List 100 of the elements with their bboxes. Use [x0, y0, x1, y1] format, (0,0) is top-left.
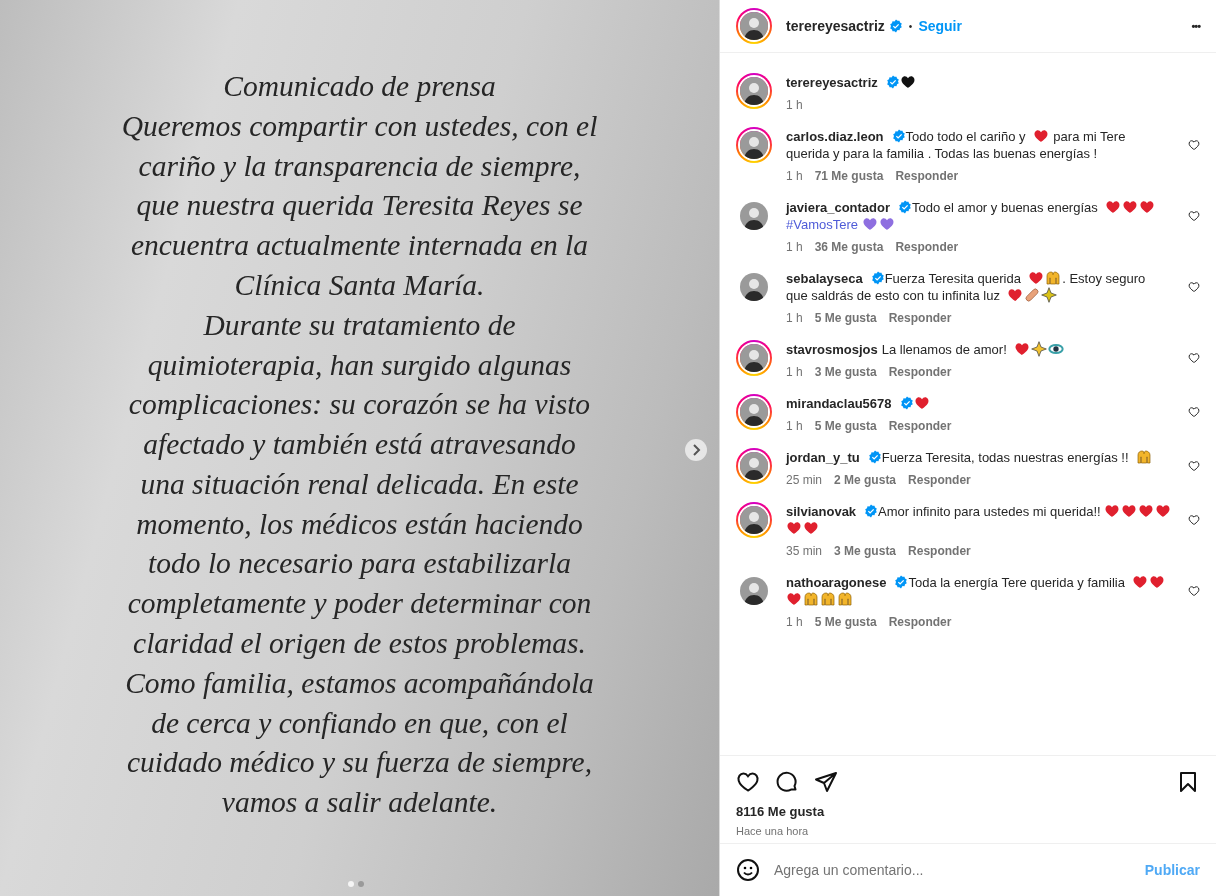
timestamp: 35 min — [786, 544, 823, 558]
person-silhouette-icon — [740, 131, 768, 159]
share-icon[interactable] — [814, 770, 838, 794]
likes-count-link[interactable]: 36 Me gusta — [814, 240, 884, 254]
reply-link[interactable]: Responder — [888, 311, 952, 325]
statement-line: claridad el origen de estos problemas. — [132, 626, 587, 662]
person-silhouette-icon — [740, 202, 768, 230]
username-link[interactable]: mirandaclau5678 — [786, 396, 892, 411]
reply-link[interactable]: Responder — [895, 169, 959, 183]
statement-line: Como familia, estamos acompañándola — [124, 665, 595, 701]
person-silhouette-icon — [740, 452, 768, 480]
username-link[interactable]: jordan_y_tu — [786, 450, 860, 465]
username-link[interactable]: terereyesactriz — [786, 18, 885, 34]
like-icon[interactable] — [1188, 460, 1200, 472]
statement-line: de cerca y confiando en que, con el — [150, 705, 569, 741]
like-icon[interactable] — [1188, 281, 1200, 293]
statement-line: todo lo necesario para estabilizarla — [147, 546, 572, 582]
username-link[interactable]: javiera_contador — [786, 200, 891, 215]
username-link[interactable]: carlos.diaz.leon — [786, 129, 884, 144]
like-icon[interactable] — [736, 770, 760, 794]
username-link[interactable]: terereyesactriz — [786, 75, 878, 90]
reply-link[interactable]: Responder — [888, 419, 952, 433]
statement-line: encuentra actualmente internada en la — [129, 228, 590, 264]
publish-button[interactable]: Publicar — [1144, 862, 1200, 878]
reply-link[interactable]: Responder — [908, 473, 971, 487]
reply-link[interactable]: Responder — [888, 365, 952, 379]
statement-line: Comunicado de prensa — [222, 68, 497, 104]
comment-text: Fuerza Teresita querida — [884, 270, 1022, 287]
timestamp: 1 h — [786, 311, 803, 325]
statement-line: que nuestra querida Teresita Reyes se — [135, 188, 584, 224]
like-icon[interactable] — [1188, 406, 1200, 418]
likes-count-link[interactable]: 3 Me gusta — [814, 365, 877, 379]
reply-link[interactable]: Responder — [895, 240, 959, 254]
avatar[interactable] — [736, 73, 772, 109]
avatar[interactable] — [736, 8, 772, 44]
statement-line: afectado y también está atravesando — [142, 427, 577, 463]
likes-count-link[interactable]: 5 Me gusta — [814, 419, 877, 433]
statement-line: complicaciones: su corazón se ha visto — [127, 387, 592, 423]
avatar[interactable] — [736, 340, 772, 376]
timestamp: 1 h — [786, 98, 803, 112]
person-silhouette-icon — [740, 12, 768, 40]
carousel-dot[interactable] — [348, 881, 354, 887]
separator-dot: • — [908, 20, 913, 32]
person-silhouette-icon — [740, 77, 768, 105]
likes-count-link[interactable]: 2 Me gusta — [834, 473, 897, 487]
statement-line: quimioterapia, han surgido algunas — [146, 347, 573, 383]
person-silhouette-icon — [740, 273, 768, 301]
timestamp: 1 h — [786, 615, 803, 629]
hashtag-link[interactable]: #VamosTere — [786, 217, 858, 232]
comment-text: La llenamos de amor! — [881, 341, 1008, 358]
person-silhouette-icon — [740, 577, 768, 605]
timestamp: 1 h — [786, 365, 803, 379]
username-link[interactable]: nathoaragonese — [786, 575, 887, 590]
statement-line: Clínica Santa María. — [233, 267, 486, 303]
like-icon[interactable] — [1188, 585, 1200, 597]
likes-count-link[interactable]: 5 Me gusta — [814, 615, 877, 629]
statement-line: una situación renal delicada. En este — [139, 466, 580, 502]
comment-text: Fuerza Teresita, todas nuestras energías !! — [881, 449, 1130, 466]
comment-text: para mi Tere — [1052, 128, 1126, 145]
comment-text: querida y para la familia . Todas las buenas energías ! — [786, 145, 1098, 162]
next-button[interactable] — [684, 438, 708, 462]
carousel-dot[interactable] — [358, 881, 364, 887]
likes-count-link[interactable]: 3 Me gusta — [834, 544, 897, 558]
timestamp: 1 h — [786, 169, 803, 183]
comment-text: Toda la energía Tere querida y familia — [908, 574, 1126, 591]
likes-count-link[interactable]: 8116 Me gusta — [736, 804, 825, 819]
username-link[interactable]: stavrosmosjos — [786, 342, 878, 357]
reply-link[interactable]: Responder — [888, 615, 952, 629]
more-options-button[interactable]: ••• — [1191, 20, 1200, 32]
like-icon[interactable] — [1188, 352, 1200, 364]
reply-link[interactable]: Responder — [908, 544, 971, 558]
statement-line: momento, los médicos están haciendo — [135, 506, 584, 542]
follow-button[interactable]: Seguir — [918, 18, 962, 34]
username-link[interactable]: silvianovak — [786, 504, 857, 519]
emoji-icon[interactable] — [736, 858, 760, 882]
username-link[interactable]: sebalayseca — [786, 271, 863, 286]
statement-line: Queremos compartir con ustedes, con el — [121, 108, 598, 144]
avatar[interactable] — [736, 127, 772, 163]
timestamp: 1 h — [786, 419, 803, 433]
statement-line: completamente y poder determinar con — [126, 586, 593, 622]
likes-count-link[interactable]: 5 Me gusta — [814, 311, 877, 325]
person-silhouette-icon — [740, 506, 768, 534]
like-icon[interactable] — [1188, 514, 1200, 526]
timestamp: 1 h — [786, 240, 803, 254]
avatar[interactable] — [736, 394, 772, 430]
comment-text: que saldrás de esto con tu infinita luz — [786, 287, 1001, 304]
comment-text: Todo todo el cariño y — [905, 128, 1027, 145]
like-icon[interactable] — [1188, 210, 1200, 222]
person-silhouette-icon — [740, 398, 768, 426]
comment-text: . Estoy seguro — [1062, 270, 1146, 287]
statement-line: vamos a salir adelante. — [220, 785, 499, 821]
comment-icon[interactable] — [775, 770, 799, 794]
avatar[interactable] — [736, 448, 772, 484]
post-time: Hace una hora — [736, 825, 809, 837]
comment-text: Todo el amor y buenas energías — [912, 199, 1099, 216]
avatar[interactable] — [736, 502, 772, 538]
timestamp: 25 min — [786, 473, 823, 487]
likes-count-link[interactable]: 71 Me gusta — [814, 169, 884, 183]
statement-line: cariño y la transparencia de siempre, — [137, 148, 582, 184]
like-icon[interactable] — [1188, 139, 1200, 151]
